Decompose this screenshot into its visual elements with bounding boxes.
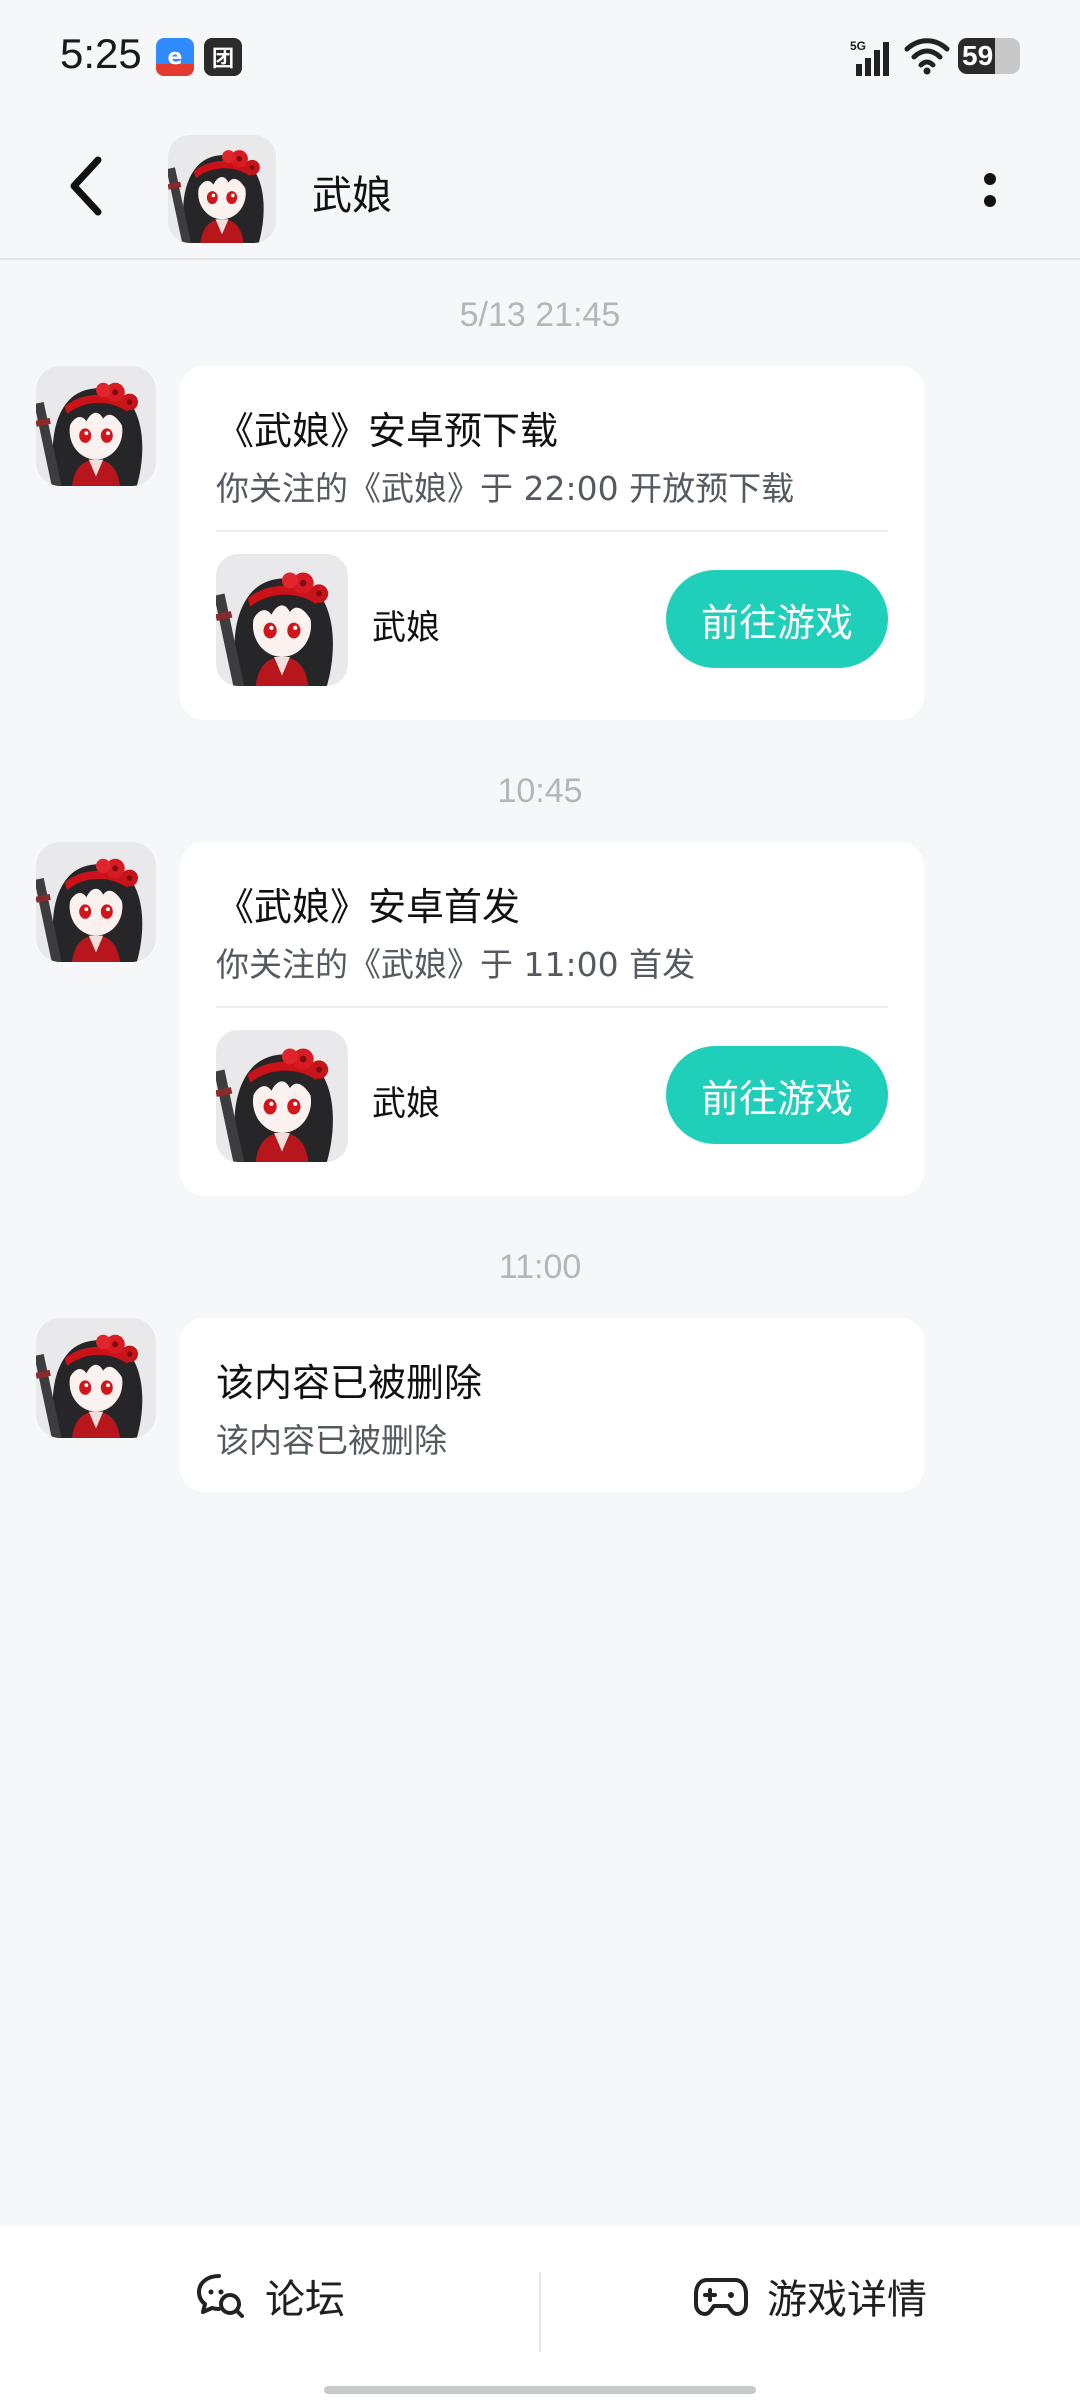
message-timestamp: 5/13 21:45 [459, 296, 621, 334]
status-time: 5:25 [60, 30, 142, 77]
home-indicator[interactable] [324, 2386, 756, 2394]
game-name: 武娘 [372, 608, 440, 648]
tuan-icon: 团 [204, 38, 242, 76]
message-subtitle: 你关注的《武娘》于 22:00 开放预下载 [216, 469, 795, 508]
forum-label: 论坛 [265, 2277, 345, 2323]
game-details-label: 游戏详情 [767, 2277, 927, 2323]
message-subtitle: 你关注的《武娘》于 11:00 首发 [216, 945, 696, 984]
message-timestamp: 11:00 [498, 1248, 582, 1286]
message-title: 《武娘》安卓首发 [216, 885, 521, 929]
e-app-icon: e [156, 38, 194, 76]
tuan-glyph: 团 [211, 47, 234, 72]
message-title: 《武娘》安卓预下载 [216, 409, 559, 453]
more-dot-icon [984, 173, 996, 185]
battery-level: 59 [962, 40, 994, 71]
wifi-icon [904, 38, 950, 75]
sender-avatar-icon[interactable] [36, 842, 156, 962]
game-icon[interactable] [216, 554, 348, 686]
message-subtitle: 该内容已被删除 [216, 1421, 447, 1460]
game-name: 武娘 [372, 1084, 440, 1124]
card-divider [216, 1006, 888, 1008]
sender-avatar-icon[interactable] [36, 1318, 156, 1438]
go-to-game-button[interactable]: 前往游戏 [666, 1046, 888, 1144]
game-icon[interactable] [216, 1030, 348, 1162]
message-card: 《武娘》安卓预下载 你关注的《武娘》于 22:00 开放预下载 武娘 前往游戏 [180, 366, 924, 720]
back-arrow-icon [70, 156, 102, 216]
more-options-button[interactable] [970, 165, 1010, 215]
sender-avatar-icon[interactable] [36, 366, 156, 486]
chat-bubble-icon [197, 2274, 244, 2318]
gamepad-icon [694, 2278, 748, 2316]
page-title: 武娘 [312, 173, 392, 219]
more-dot-icon [984, 195, 996, 207]
forum-tab[interactable]: 论坛 [0, 2226, 540, 2366]
back-button[interactable] [56, 151, 116, 221]
message-title: 该内容已被删除 [216, 1361, 483, 1405]
game-avatar-icon[interactable] [168, 135, 276, 243]
message-card: 该内容已被删除 该内容已被删除 [180, 1318, 924, 1492]
message-card: 《武娘》安卓首发 你关注的《武娘》于 11:00 首发 武娘 前往游戏 [180, 842, 924, 1196]
bottom-action-bar: 论坛 游戏详情 [0, 2226, 1080, 2400]
cellular-signal-icon: 5G [850, 39, 889, 76]
card-divider [216, 530, 888, 532]
network-type-label: 5G [850, 39, 866, 53]
status-bar: 5:25 e 团 5G 59 [0, 0, 1080, 115]
message-timestamp: 10:45 [497, 772, 583, 810]
game-details-tab[interactable]: 游戏详情 [540, 2226, 1080, 2366]
battery-indicator: 59 [958, 38, 1020, 74]
go-to-game-button[interactable]: 前往游戏 [666, 570, 888, 668]
chat-header: 武娘 [0, 115, 1080, 260]
